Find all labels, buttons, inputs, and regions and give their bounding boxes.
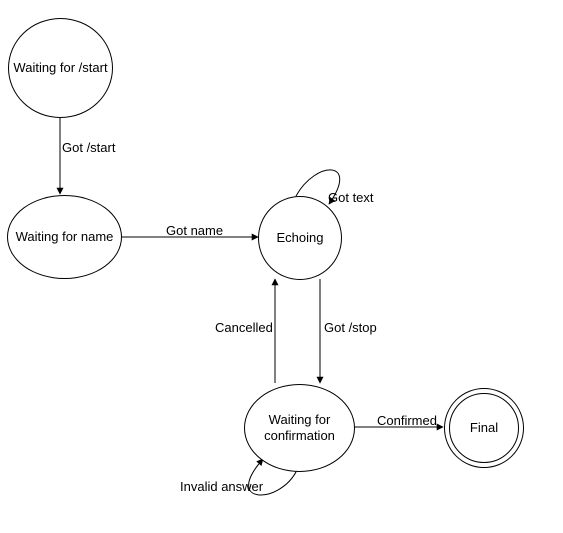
state-waiting-conf: Waiting for confirmation (244, 384, 355, 472)
state-final: Final (444, 388, 524, 468)
state-label: Waiting for /start (13, 60, 107, 76)
edge-label-got-stop: Got /stop (324, 320, 377, 335)
edge-label-confirmed: Confirmed (377, 413, 437, 428)
state-label: Echoing (277, 230, 324, 246)
state-waiting-name: Waiting for name (7, 195, 122, 279)
state-waiting-start: Waiting for /start (8, 18, 113, 118)
edge-label-got-name: Got name (166, 223, 223, 238)
state-echoing: Echoing (258, 196, 342, 280)
state-label: Waiting for confirmation (245, 412, 354, 443)
edge-label-got-start: Got /start (62, 140, 115, 155)
state-label: Waiting for name (16, 229, 114, 245)
edge-label-invalid-answer: Invalid answer (180, 479, 263, 494)
edge-label-got-text: Got text (328, 190, 374, 205)
edge-label-cancelled: Cancelled (215, 320, 273, 335)
state-final-inner (449, 393, 519, 463)
